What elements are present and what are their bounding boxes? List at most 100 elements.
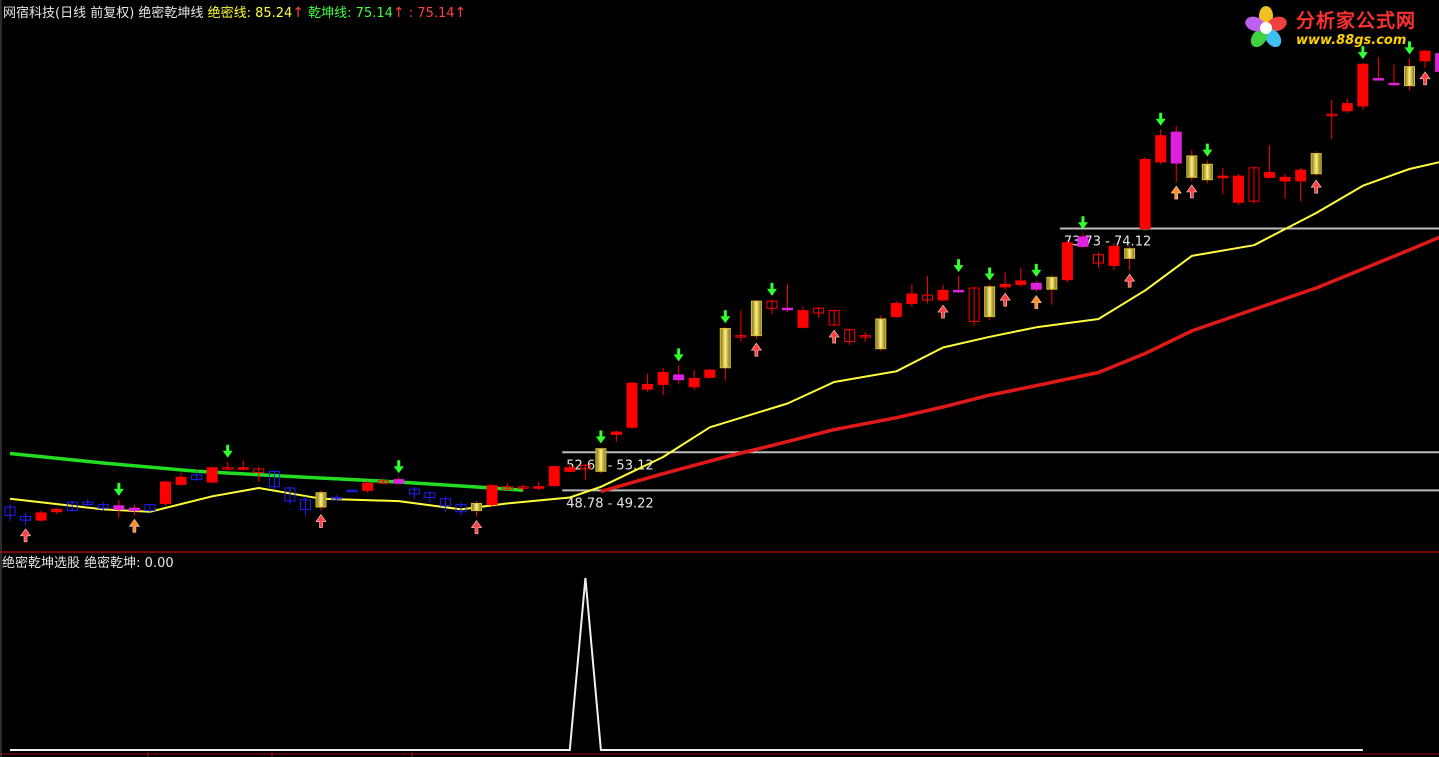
candle-body-20 [315, 492, 327, 508]
candle-body-84 [1310, 153, 1322, 175]
candle-body-15 [237, 467, 249, 470]
candle-body-8 [128, 507, 140, 512]
candle-body-79 [1232, 175, 1244, 203]
buy-arrow-icon-64 [999, 292, 1011, 307]
candle-body-77 [1201, 163, 1213, 181]
line1-arrow-icon: ↑ [292, 5, 305, 21]
candle-body-73 [1139, 158, 1151, 230]
candle-body-11 [175, 476, 187, 485]
sub-chart-title: 绝密乾坤选股 [2, 556, 81, 571]
buy-arrow-icon-48 [750, 342, 762, 357]
candle-body-2 [35, 512, 47, 521]
candle-body-74 [1155, 135, 1167, 163]
candle-body-76 [1186, 155, 1198, 178]
candle-body-42 [657, 372, 669, 385]
candle-body-83 [1295, 169, 1307, 182]
line2-legend: 乾坤线: 75.14 [308, 6, 393, 21]
logo-url: www.88gs.com [1296, 33, 1407, 48]
sell-arrow-icon-38 [595, 430, 606, 444]
sell-arrow-icon-43 [673, 348, 684, 362]
candle-body-41 [642, 383, 654, 390]
buy-arrow-icon-20 [315, 514, 327, 528]
candle-body-51 [797, 310, 809, 328]
candle-body-34 [533, 486, 545, 489]
candle-body-67 [1046, 276, 1058, 290]
candle-body-56 [875, 318, 887, 350]
sell-arrow-icon-49 [766, 282, 777, 296]
candle-body-78 [1217, 175, 1229, 179]
candle-body-68 [1061, 242, 1073, 281]
sell-arrow-icon-46 [720, 310, 731, 324]
sell-arrow-icon-66 [1031, 263, 1042, 277]
main-chart-header: 网宿科技(日线 前复权) 绝密乾坤线 绝密线: 85.24↑ 乾坤线: 75.1… [3, 5, 466, 22]
candle-body-10 [160, 481, 171, 504]
candle-body-48 [750, 300, 762, 337]
sub-chart-header: 绝密乾坤选股 绝密乾坤: 0.00 [2, 556, 174, 572]
candle-body-86 [1341, 103, 1353, 112]
candle-body-57 [890, 302, 902, 318]
candle-body-69 [1077, 236, 1089, 247]
buy-arrow-icon-1 [19, 528, 32, 543]
buy-arrow-icon-91 [1419, 71, 1431, 86]
candle-body-71 [1108, 245, 1120, 266]
candle-body-63 [984, 286, 996, 318]
buy-arrow-icon-30 [470, 520, 483, 534]
line1-legend: 绝密线: 85.24 [207, 6, 293, 21]
candle-body-45 [704, 369, 716, 378]
candle-body-61 [953, 289, 965, 293]
buy-arrow-icon-75 [1170, 185, 1182, 200]
sell-arrow-icon-77 [1202, 143, 1213, 157]
candle-body-39 [610, 431, 622, 435]
buy-arrow-icon-76 [1186, 184, 1198, 199]
logo-text: 分析家公式网 [1296, 10, 1417, 32]
price-level-label-0: 48.78 - 49.22 [566, 496, 653, 511]
chart-title: 网宿科技(日线 前复权) 绝密乾坤线 [3, 6, 204, 21]
candle-body-43 [673, 374, 685, 381]
candle-body-35 [548, 466, 560, 487]
candle-body-30 [471, 502, 482, 512]
candle-body-50 [782, 307, 793, 311]
line2-arrow-icon: ↑ [392, 5, 405, 21]
sell-arrow-icon-14 [222, 444, 233, 458]
green-ma-line [9, 451, 524, 493]
line3-arrow-icon: ↑ [454, 5, 467, 21]
chart-canvas: 48.78 - 49.22 52.69 - 53.12 73.73 - 74.12 [0, 0, 1439, 757]
candle-body-40 [626, 382, 638, 428]
sell-arrow-icon-7 [113, 482, 124, 496]
candle-body-23 [362, 482, 374, 491]
candle-body-58 [906, 293, 918, 304]
sell-arrow-icon-25 [393, 460, 404, 474]
candle-body-92 [1435, 53, 1439, 72]
candle-body-64 [999, 283, 1011, 288]
sell-arrow-icon-74 [1155, 112, 1166, 126]
candle-body-38 [595, 448, 607, 472]
candle-body-13 [206, 467, 218, 483]
candle-body-44 [688, 377, 700, 388]
buy-arrow-icon-53 [828, 329, 840, 344]
sell-arrow-icon-61 [953, 259, 964, 273]
buy-arrow-icon-8 [128, 518, 140, 533]
buy-arrow-icon-84 [1310, 179, 1322, 194]
sell-arrow-icon-69 [1077, 216, 1088, 230]
price-level-label-2: 73.73 - 74.12 [1064, 235, 1151, 250]
candle-body-3 [51, 508, 63, 513]
candle-body-81 [1264, 172, 1276, 178]
candle-body-90 [1404, 66, 1415, 87]
candle-body-88 [1372, 78, 1384, 81]
candle-body-25 [393, 479, 405, 484]
buy-arrow-icon-72 [1124, 273, 1136, 288]
line3-legend: : 75.14 [408, 6, 455, 21]
candle-body-60 [937, 289, 949, 301]
candle-body-65 [1015, 280, 1027, 285]
buy-arrow-icon-60 [937, 304, 949, 319]
candle-body-75 [1170, 131, 1182, 164]
sell-arrow-icon-63 [984, 267, 995, 281]
candle-body-87 [1357, 63, 1369, 107]
sub-chart-value: 绝密乾坤: 0.00 [84, 556, 174, 571]
candle-body-89 [1388, 82, 1400, 86]
candle-body-82 [1279, 176, 1291, 182]
buy-arrow-icon-66 [1030, 295, 1042, 309]
candle-body-66 [1030, 282, 1042, 290]
candle-body-7 [113, 505, 125, 510]
indicator-line [10, 577, 1363, 751]
